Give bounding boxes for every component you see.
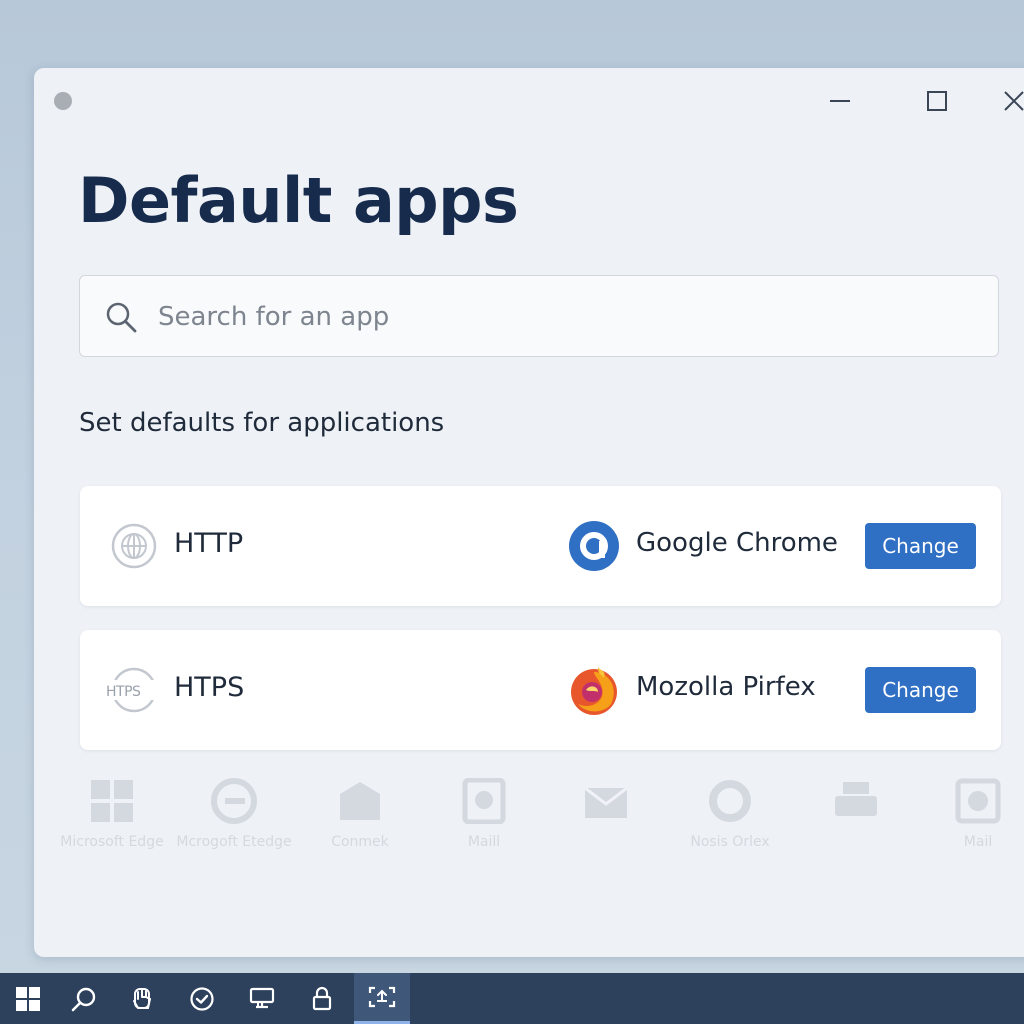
taskbar-display-button[interactable] bbox=[234, 973, 290, 1024]
close-icon bbox=[1004, 91, 1024, 111]
window-dot-icon bbox=[54, 92, 72, 110]
document-icon bbox=[462, 778, 506, 824]
faded-app-label: Mcrogoft Etedge bbox=[176, 834, 292, 850]
app-name: Google Chrome bbox=[636, 528, 838, 558]
faded-app-item bbox=[786, 778, 926, 834]
faded-app-item bbox=[536, 778, 676, 834]
faded-app-item: Mail bbox=[908, 778, 1024, 850]
windows-start-icon bbox=[16, 986, 40, 1011]
search-box[interactable] bbox=[79, 275, 999, 357]
firefox-icon bbox=[571, 667, 617, 715]
lock-icon bbox=[312, 986, 332, 1010]
taskbar bbox=[0, 973, 1024, 1024]
section-heading: Set defaults for applications bbox=[79, 408, 445, 438]
https-icon-text: HTPS bbox=[106, 684, 141, 700]
default-app-row-http: HTTP Google Chrome Change bbox=[80, 486, 1001, 606]
faded-app-item: Conmek bbox=[290, 778, 430, 850]
photo-icon bbox=[955, 778, 1001, 824]
maximize-button[interactable] bbox=[917, 82, 957, 120]
faded-app-item: Maill bbox=[414, 778, 554, 850]
monitor-icon bbox=[249, 987, 275, 1008]
minimize-button[interactable] bbox=[820, 82, 860, 120]
taskbar-start-button[interactable] bbox=[0, 973, 56, 1024]
mail-icon bbox=[584, 786, 628, 818]
screenshot-icon bbox=[368, 986, 396, 1008]
faded-app-label: Mail bbox=[963, 834, 993, 850]
taskbar-search-button[interactable] bbox=[56, 973, 112, 1024]
faded-app-list: Microsoft Edge Mcrogoft Etedge Conmek Ma… bbox=[34, 768, 1024, 868]
printer-icon bbox=[835, 782, 877, 816]
default-app-row-https: HTPS HTPS Mozolla Pirfex Change bbox=[80, 630, 1001, 750]
faded-app-item: Nosis Orlex bbox=[660, 778, 800, 850]
taskbar-snip-button[interactable] bbox=[354, 973, 410, 1024]
taskbar-lock-button[interactable] bbox=[294, 973, 350, 1024]
grid-icon bbox=[91, 780, 133, 822]
minimize-icon bbox=[830, 100, 850, 102]
check-circle-icon bbox=[190, 986, 214, 1011]
circle-icon bbox=[709, 780, 751, 822]
faded-app-item: Microsoft Edge bbox=[42, 778, 182, 850]
faded-app-label: Maill bbox=[467, 834, 501, 850]
faded-app-label: Nosis Orlex bbox=[690, 834, 770, 850]
search-icon bbox=[106, 302, 137, 333]
envelope-icon bbox=[340, 782, 380, 820]
default-apps-window: Default apps Set defaults for applicatio… bbox=[34, 68, 1024, 957]
chrome-icon bbox=[569, 521, 619, 571]
protocol-label: HTPS bbox=[174, 672, 245, 703]
page-title: Default apps bbox=[78, 164, 519, 237]
faded-app-label: Conmek bbox=[331, 834, 389, 850]
taskbar-touch-button[interactable] bbox=[114, 973, 170, 1024]
hand-icon bbox=[133, 987, 152, 1009]
faded-app-label: Microsoft Edge bbox=[60, 834, 164, 850]
faded-app-item: Mcrogoft Etedge bbox=[164, 778, 304, 850]
https-icon: HTPS bbox=[106, 667, 154, 713]
change-button-https[interactable]: Change bbox=[865, 667, 976, 713]
globe-icon bbox=[111, 523, 157, 569]
search-icon bbox=[71, 987, 96, 1011]
protocol-label: HTTP bbox=[174, 528, 244, 559]
change-button-http[interactable]: Change bbox=[865, 523, 976, 569]
maximize-icon bbox=[927, 91, 947, 111]
app-name: Mozolla Pirfex bbox=[636, 672, 816, 702]
close-button[interactable] bbox=[994, 82, 1024, 120]
taskbar-tasks-button[interactable] bbox=[174, 973, 230, 1024]
search-input[interactable] bbox=[156, 292, 980, 342]
edge-icon bbox=[211, 778, 257, 824]
